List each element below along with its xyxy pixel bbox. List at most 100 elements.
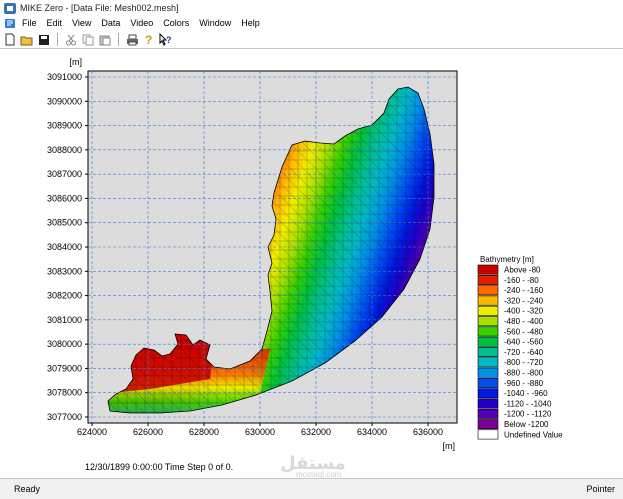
cut-icon: [66, 34, 76, 45]
toolbar-separator: [118, 33, 119, 46]
legend-label: Below -1200: [504, 420, 549, 429]
menu-data[interactable]: Data: [101, 18, 120, 28]
cut-button[interactable]: [64, 33, 78, 47]
document-view: 3091000 3090000 3089000 3088000 3087000 30860…: [0, 49, 623, 478]
legend-label: -1200 - -1120: [504, 410, 552, 419]
menu-help[interactable]: Help: [241, 18, 260, 28]
menu-video[interactable]: Video: [130, 18, 153, 28]
svg-text:?: ?: [145, 33, 152, 46]
copy-button[interactable]: [81, 33, 95, 47]
legend-title: Bathymetry [m]: [480, 255, 534, 264]
y-tick-label: 3081000: [47, 315, 82, 325]
mike-zero-app-icon: [4, 2, 16, 14]
y-tick-label: 3078000: [47, 388, 82, 398]
x-tick-label: 628000: [189, 427, 219, 437]
legend-swatch: [477, 398, 499, 409]
context-help-icon: ?: [159, 33, 172, 46]
x-tick-label: 624000: [77, 427, 107, 437]
menu-colors[interactable]: Colors: [163, 18, 189, 28]
menu-window[interactable]: Window: [199, 18, 231, 28]
status-bar: Ready Pointer: [0, 478, 623, 499]
help-icon: ?: [145, 33, 152, 46]
new-button[interactable]: [3, 33, 17, 47]
menu-file[interactable]: File: [22, 18, 37, 28]
help-button[interactable]: ?: [142, 33, 156, 47]
legend-swatch: [477, 336, 499, 347]
y-tick-label: 3086000: [47, 193, 82, 203]
y-tick-label: 3091000: [47, 72, 82, 82]
y-tick-label: 3082000: [47, 291, 82, 301]
legend-swatch: [477, 285, 499, 296]
paste-button[interactable]: [98, 33, 112, 47]
menu-view[interactable]: View: [72, 18, 91, 28]
legend-label: -320 - -240: [504, 296, 544, 305]
x-tick-label: 634000: [357, 427, 387, 437]
legend-label: -800 - -720: [504, 358, 544, 367]
legend-label: -560 - -480: [504, 327, 544, 336]
menu-bar: File Edit View Data Video Colors Window …: [0, 16, 623, 30]
legend-swatch: [477, 357, 499, 368]
y-tick-label: 3077000: [47, 412, 82, 422]
legend-label: -880 - -800: [504, 369, 544, 378]
legend-swatch: [477, 264, 499, 275]
status-ready: Ready: [14, 484, 41, 494]
legend-label: Undefined Value: [504, 430, 563, 439]
legend-label: -1120 - -1040: [504, 399, 552, 408]
y-tick-label: 3088000: [47, 145, 82, 155]
toolbar-separator: [57, 33, 58, 46]
watermark-latin: mostaql.com: [296, 470, 342, 478]
legend-label: Above -80: [504, 266, 541, 275]
svg-text:?: ?: [166, 35, 172, 45]
legend-swatch: [477, 419, 499, 430]
menu-edit[interactable]: Edit: [47, 18, 63, 28]
status-pointer: Pointer: [586, 484, 615, 494]
title-bar: MIKE Zero - [Data File: Mesh002.mesh]: [0, 0, 623, 16]
open-icon: [20, 36, 33, 45]
legend-label: -960 - -880: [504, 379, 544, 388]
y-tick-label: 3090000: [47, 96, 82, 106]
print-icon: [126, 34, 138, 45]
window-title: MIKE Zero - [Data File: Mesh002.mesh]: [20, 3, 179, 13]
save-button[interactable]: [37, 33, 51, 47]
legend-label: -400 - -320: [504, 307, 544, 316]
x-axis-unit: [m]: [443, 441, 456, 451]
y-tick-label: 3089000: [47, 121, 82, 131]
open-button[interactable]: [20, 33, 34, 47]
legend-swatch: [477, 377, 499, 388]
legend-swatch: [477, 305, 499, 316]
save-icon: [39, 34, 49, 45]
mesh-plot[interactable]: 3091000 3090000 3089000 3088000 3087000 30860…: [0, 49, 623, 478]
copy-icon: [82, 34, 94, 45]
legend-label: -640 - -560: [504, 338, 544, 347]
y-tick-label: 3083000: [47, 266, 82, 276]
print-button[interactable]: [125, 33, 139, 47]
legend-swatch: [477, 295, 499, 306]
x-tick-label: 626000: [133, 427, 163, 437]
legend-swatch: [477, 326, 499, 337]
x-tick-label: 632000: [301, 427, 331, 437]
legend-label: -480 - -400: [504, 317, 544, 326]
legend-label: -1040 - -960: [504, 389, 548, 398]
y-axis-unit: [m]: [70, 57, 83, 67]
legend-swatch: [477, 275, 499, 285]
context-help-button[interactable]: ?: [159, 33, 173, 47]
legend-label: -160 - -80: [504, 276, 539, 285]
new-icon: [5, 33, 15, 46]
document-icon[interactable]: [4, 18, 16, 29]
time-step-label: 12/30/1899 0:00:00 Time Step 0 of 0.: [85, 462, 233, 472]
y-tick-label: 3084000: [47, 242, 82, 252]
y-tick-label: 3079000: [47, 363, 82, 373]
y-tick-label: 3085000: [47, 218, 82, 228]
toolbar: ? ?: [0, 31, 623, 49]
legend-label: -720 - -640: [504, 348, 544, 357]
y-tick-label: 3080000: [47, 339, 82, 349]
legend-swatch: [477, 388, 499, 399]
x-tick-label: 636000: [413, 427, 443, 437]
legend-swatch: [477, 347, 499, 357]
legend-swatch: [477, 429, 499, 440]
legend-swatch: [477, 316, 499, 327]
legend-label: -240 - -160: [504, 286, 544, 295]
legend-swatch: [477, 367, 499, 378]
paste-icon: [99, 35, 111, 45]
y-tick-label: 3087000: [47, 169, 82, 179]
